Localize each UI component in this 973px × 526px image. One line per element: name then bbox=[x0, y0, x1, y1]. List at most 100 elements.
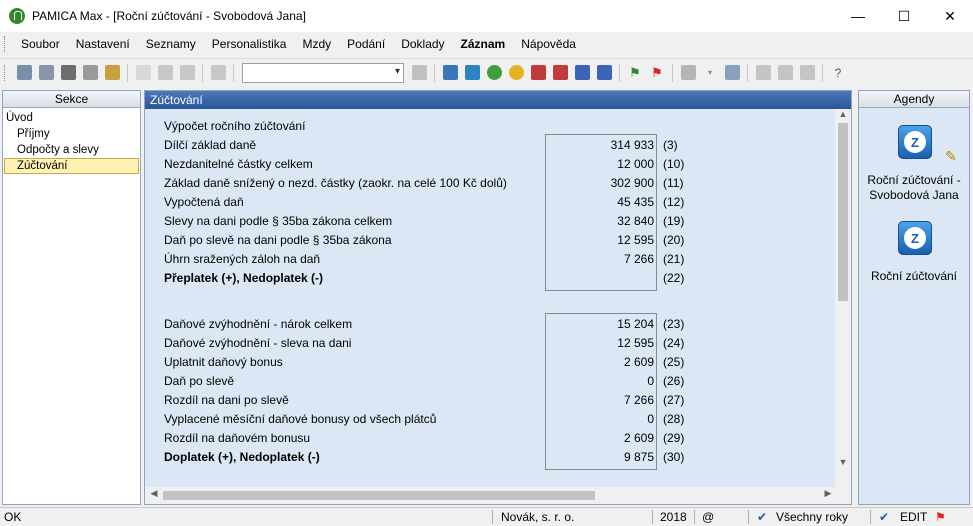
row-label: Vyplacené měsíční daňové bonusy od všech… bbox=[164, 412, 437, 426]
agenda-annual-settlement-person-icon[interactable]: Z bbox=[898, 125, 932, 159]
row-label: Základ daně snížený o nezd. částky (zaok… bbox=[164, 176, 507, 190]
toolbar-grip[interactable] bbox=[4, 64, 7, 81]
status-company: Novák, s. r. o. bbox=[501, 510, 575, 524]
row-value: 12 595 bbox=[617, 336, 654, 350]
row-code: (27) bbox=[663, 393, 685, 407]
agenda-m-icon[interactable] bbox=[440, 63, 460, 83]
menu-napoveda[interactable]: Nápověda bbox=[513, 37, 584, 51]
copy-record-icon[interactable] bbox=[36, 63, 56, 83]
export-icon[interactable] bbox=[102, 63, 122, 83]
horizontal-scrollbar[interactable]: ◀ ▶ bbox=[145, 487, 836, 504]
section-zuctovani[interactable]: Zúčtování bbox=[4, 158, 139, 174]
menu-zaznam[interactable]: Záznam bbox=[453, 37, 514, 51]
agenda-person-green-icon[interactable] bbox=[484, 63, 504, 83]
menu-bar: Soubor Nastavení Seznamy Personalistika … bbox=[0, 32, 973, 56]
row-code: (26) bbox=[663, 374, 685, 388]
menu-doklady[interactable]: Doklady bbox=[393, 37, 452, 51]
save-all-icon[interactable] bbox=[177, 63, 197, 83]
new-record-icon[interactable] bbox=[14, 63, 34, 83]
agenda-m-blue2-icon[interactable] bbox=[594, 63, 614, 83]
calculator-icon[interactable] bbox=[722, 63, 742, 83]
pencil-icon: ✎ bbox=[945, 148, 957, 164]
row-value: 15 204 bbox=[617, 317, 654, 331]
row-code: (20) bbox=[663, 233, 685, 247]
toolbar-separator bbox=[747, 63, 748, 82]
row-label: Daňové zvýhodnění - sleva na dani bbox=[164, 336, 352, 350]
list-icon[interactable] bbox=[775, 63, 795, 83]
print-preview-icon[interactable] bbox=[80, 63, 100, 83]
scroll-right-icon[interactable]: ▶ bbox=[821, 488, 835, 503]
agenda-annual-settlement-icon[interactable]: Z bbox=[898, 221, 932, 255]
agendas-header: Agendy bbox=[859, 91, 969, 108]
row-value: 7 266 bbox=[623, 393, 654, 407]
agenda-person-up-icon[interactable] bbox=[462, 63, 482, 83]
folder-icon[interactable] bbox=[678, 63, 698, 83]
chevron-down-icon[interactable]: ▾ bbox=[700, 63, 720, 83]
agendas-panel: Agendy Z ✎ Roční zúčtování - Svobodová J… bbox=[858, 90, 970, 505]
list-detail-icon[interactable] bbox=[797, 63, 817, 83]
status-years[interactable]: Všechny roky bbox=[776, 510, 848, 524]
maximize-button[interactable]: ☐ bbox=[881, 0, 927, 32]
menu-soubor[interactable]: Soubor bbox=[13, 37, 68, 51]
agenda-label-2[interactable]: Roční zúčtování bbox=[859, 269, 969, 284]
scroll-up-icon[interactable]: ▲ bbox=[835, 109, 851, 123]
section-uvod[interactable]: Úvod bbox=[3, 110, 140, 126]
flag-icon[interactable]: ⚑ bbox=[935, 510, 946, 524]
row-value: 12 595 bbox=[617, 233, 654, 247]
status-bar: OK Novák, s. r. o. 2018 @ ✔ Všechny roky… bbox=[0, 507, 973, 526]
agenda-m-red-icon[interactable] bbox=[528, 63, 548, 83]
toolbar-separator bbox=[619, 63, 620, 82]
help-icon[interactable]: ? bbox=[828, 63, 848, 83]
menu-nastaveni[interactable]: Nastavení bbox=[68, 37, 138, 51]
agenda-person-yellow-icon[interactable] bbox=[506, 63, 526, 83]
agenda-m-red2-icon[interactable] bbox=[550, 63, 570, 83]
row-value: 302 900 bbox=[610, 176, 654, 190]
status-separator bbox=[652, 510, 653, 524]
row-code: (25) bbox=[663, 355, 685, 369]
edit-check-icon: ✔ bbox=[879, 510, 890, 524]
save-icon[interactable] bbox=[155, 63, 175, 83]
sections-panel: Sekce Úvod Příjmy Odpočty a slevy Zúčtov… bbox=[2, 90, 141, 505]
status-separator bbox=[694, 510, 695, 524]
row-value: 45 435 bbox=[617, 195, 654, 209]
toolbar-separator bbox=[202, 63, 203, 82]
row-label: Uplatnit daňový bonus bbox=[164, 355, 283, 369]
status-text: OK bbox=[4, 510, 22, 524]
menu-grip[interactable] bbox=[4, 36, 7, 52]
menu-seznamy[interactable]: Seznamy bbox=[138, 37, 204, 51]
paste-icon[interactable] bbox=[208, 63, 228, 83]
title-bar: PAMICA Max - [Roční zúčtování - Svobodov… bbox=[0, 0, 973, 32]
overpayment-label: Přeplatek (+), Nedoplatek (-) bbox=[164, 271, 324, 285]
status-separator bbox=[748, 510, 749, 524]
close-button[interactable]: ✕ bbox=[927, 0, 973, 32]
vertical-scrollbar[interactable]: ▲ ▼ bbox=[835, 109, 851, 488]
toolbar: ⚑ ⚑ ▾ ? bbox=[0, 58, 973, 86]
message-icon[interactable] bbox=[753, 63, 773, 83]
print-icon[interactable] bbox=[58, 63, 78, 83]
scroll-left-icon[interactable]: ◀ bbox=[147, 488, 161, 503]
values-box-2: 15 204 12 595 2 609 0 7 266 0 2 609 9 87… bbox=[545, 313, 657, 470]
agenda-label-1[interactable]: Roční zúčtování - Svobodová Jana bbox=[859, 173, 969, 203]
filter-icon[interactable] bbox=[409, 63, 429, 83]
agenda-m-blue-icon[interactable] bbox=[572, 63, 592, 83]
additional-payment-label: Doplatek (+), Nedoplatek (-) bbox=[164, 450, 320, 464]
flag-red-icon[interactable]: ⚑ bbox=[647, 63, 667, 83]
section-odpocty[interactable]: Odpočty a slevy bbox=[3, 142, 140, 158]
row-value: 2 609 bbox=[623, 431, 654, 445]
filter-combo[interactable] bbox=[242, 62, 404, 83]
row-code: (10) bbox=[663, 157, 685, 171]
menu-mzdy[interactable]: Mzdy bbox=[294, 37, 339, 51]
status-year: 2018 bbox=[660, 510, 687, 524]
menu-podani[interactable]: Podání bbox=[339, 37, 393, 51]
minimize-button[interactable]: — bbox=[835, 0, 881, 32]
new-document-icon[interactable] bbox=[133, 63, 153, 83]
row-value: 7 266 bbox=[623, 252, 654, 266]
menu-personalistika[interactable]: Personalistika bbox=[204, 37, 295, 51]
section-prijmy[interactable]: Příjmy bbox=[3, 126, 140, 142]
flag-green-icon[interactable]: ⚑ bbox=[625, 63, 645, 83]
scroll-down-icon[interactable]: ▼ bbox=[835, 457, 851, 471]
horizontal-scroll-thumb[interactable] bbox=[163, 491, 595, 500]
vertical-scroll-thumb[interactable] bbox=[838, 123, 848, 301]
sections-header: Sekce bbox=[3, 91, 140, 108]
row-value: 0 bbox=[647, 374, 654, 388]
